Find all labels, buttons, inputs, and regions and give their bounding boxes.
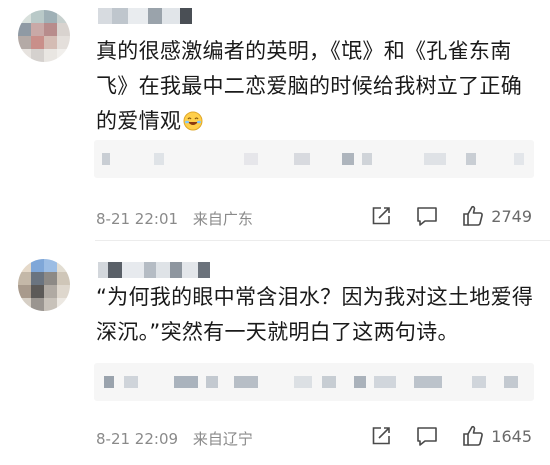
- comment-text: “为何我的眼中常含泪水？因为我对这土地爱得深沉。”突然有一天就明白了这两句诗。: [96, 285, 534, 344]
- comment-date: 8-21 22:01: [96, 210, 179, 228]
- comment-meta: 8-21 22:09 来自辽宁: [96, 428, 263, 449]
- avatar[interactable]: [18, 10, 70, 62]
- thumbs-up-icon: [463, 425, 484, 446]
- avatar[interactable]: [18, 259, 70, 311]
- comment-icon: [417, 207, 438, 226]
- divider: [95, 240, 550, 241]
- comment-actions: 1645: [369, 424, 532, 448]
- like-count: 2749: [491, 206, 532, 226]
- comment-icon: [417, 427, 438, 446]
- comment-item: 真的很感激编者的英明，《氓》和《孔雀东南飞》在我最中二恋爱脑的时候给我树立了正确…: [0, 0, 550, 233]
- like-button[interactable]: 1645: [461, 424, 532, 448]
- share-icon: [372, 427, 391, 445]
- comment-text: 真的很感激编者的英明，《氓》和《孔雀东南飞》在我最中二恋爱脑的时候给我树立了正确…: [96, 39, 522, 133]
- comment-item: “为何我的眼中常含泪水？因为我对这土地爱得深沉。”突然有一天就明白了这两句诗。 …: [0, 250, 550, 465]
- pixelated-content: [94, 140, 534, 178]
- pixelated-content: [94, 363, 534, 401]
- like-count: 1645: [491, 426, 532, 446]
- comment-location: 来自广东: [192, 210, 253, 228]
- comment-button[interactable]: [415, 424, 439, 448]
- comment-button[interactable]: [415, 204, 439, 228]
- share-button[interactable]: [369, 204, 393, 228]
- comment-date: 8-21 22:09: [96, 430, 179, 448]
- comment-meta: 8-21 22:01 来自广东: [96, 208, 263, 229]
- like-button[interactable]: 2749: [461, 204, 532, 228]
- laughing-emoji-icon: [183, 107, 203, 131]
- share-icon: [372, 207, 391, 225]
- username-pixelated[interactable]: [98, 259, 210, 281]
- thumbs-up-icon: [463, 205, 484, 226]
- username-pixelated[interactable]: [98, 5, 192, 27]
- share-button[interactable]: [369, 424, 393, 448]
- comment-actions: 2749: [369, 204, 532, 228]
- comment-location: 来自辽宁: [192, 430, 253, 448]
